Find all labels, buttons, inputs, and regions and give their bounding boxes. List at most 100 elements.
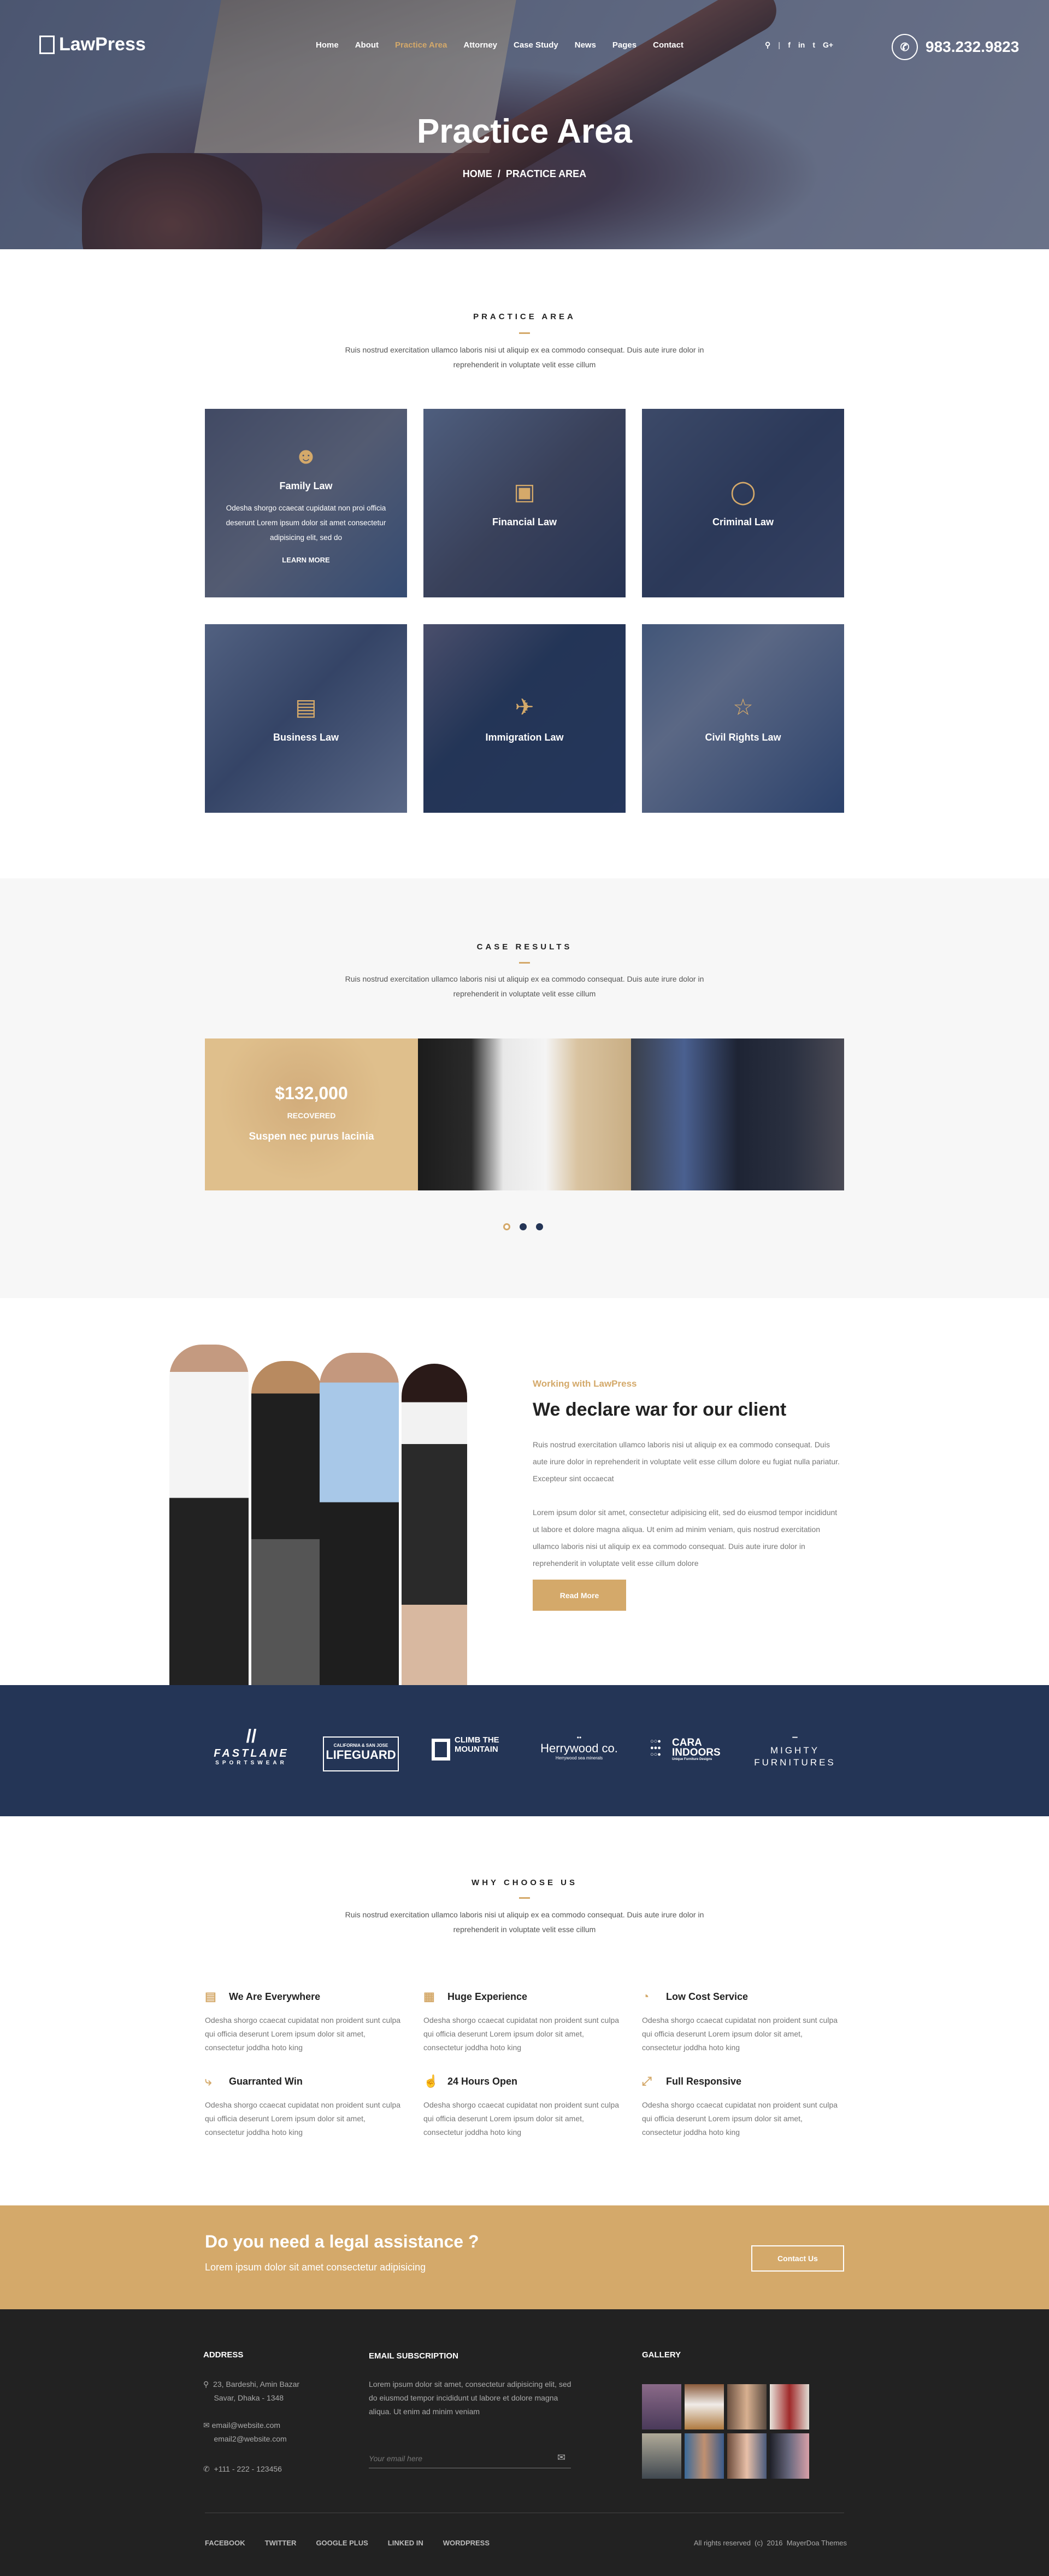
attorneys-team-image	[167, 1323, 489, 1685]
nav-pages[interactable]: Pages	[612, 40, 637, 50]
gallery-thumbnail[interactable]	[727, 2384, 767, 2430]
ghost-icon: ◯	[730, 479, 756, 504]
nav-home[interactable]: Home	[316, 40, 339, 50]
case-recovered: RECOVERED	[287, 1111, 336, 1120]
logo[interactable]: LawPress	[39, 34, 146, 55]
nav-case-study[interactable]: Case Study	[514, 40, 558, 50]
nav-contact[interactable]: Contact	[653, 40, 683, 50]
users-icon: ☻	[293, 443, 319, 468]
slider-dot[interactable]	[520, 1223, 527, 1230]
copyright: All rights reserved (c) 2016 MayerDoa Th…	[693, 2539, 847, 2547]
google-plus-icon[interactable]: G+	[823, 40, 833, 50]
gallery-thumbnail[interactable]	[727, 2433, 767, 2479]
gallery-thumbnail[interactable]	[685, 2384, 724, 2430]
pie-chart-icon: ◔	[642, 1990, 650, 2003]
phone-icon: ✆	[203, 2464, 210, 2473]
case-slide-image[interactable]	[631, 1038, 844, 1190]
practice-card-financial-law[interactable]: ▣ Financial Law	[423, 409, 626, 597]
case-caption: Suspen nec purus lacinia	[249, 1131, 374, 1142]
header-phone[interactable]: ✆ 983.232.9823	[892, 34, 1019, 60]
section-text: Ruis nostrud exercitation ullamco labori…	[345, 345, 704, 369]
cta-banner	[0, 2205, 1049, 2309]
twitter-icon[interactable]: t	[812, 40, 815, 50]
section-title: CASE RESULTS	[476, 942, 573, 952]
about-paragraph: Lorem ipsum dolor sit amet, consectetur …	[533, 1508, 838, 1568]
footer-address: ⚲ 23, Bardeshi, Amin Bazar Savar, Dhaka …	[203, 2380, 300, 2402]
gallery-thumbnail[interactable]	[770, 2384, 809, 2430]
gallery-thumbnail[interactable]	[642, 2433, 681, 2479]
learn-more-link[interactable]: LEARN MORE	[282, 556, 329, 564]
section-text: Ruis nostrud exercitation ullamco labori…	[345, 975, 704, 998]
send-envelope-icon[interactable]: ✉	[557, 2452, 565, 2463]
feature-item: ◔ Low Cost Service Odesha shorgo ccaecat c…	[642, 1990, 838, 2052]
footer-link-linkedin[interactable]: LINKED IN	[388, 2539, 423, 2547]
feature-item: ⤢ Full Responsive Odesha shorgo ccaecat cu…	[642, 2074, 838, 2137]
gallery-thumbnail[interactable]	[685, 2433, 724, 2479]
flow-icon: ⤷	[205, 2074, 212, 2088]
magic-wand-icon: ☆	[733, 694, 753, 720]
gift-icon: ▦	[423, 1990, 435, 2003]
gallery-thumbnail[interactable]	[642, 2384, 681, 2430]
nav-news[interactable]: News	[575, 40, 596, 50]
logo-icon	[39, 35, 55, 54]
section-title: WHY CHOOSE US	[472, 1878, 577, 1887]
client-logo-mighty-furnitures[interactable]: ▔ MIGHTY FURNITURES	[754, 1737, 836, 1769]
divider	[519, 1897, 530, 1899]
footer-link-facebook[interactable]: FACEBOOK	[205, 2539, 245, 2547]
footer-subscription-text: Lorem ipsum dolor sit amet, consectetur …	[369, 2380, 571, 2416]
expand-icon: ⤢	[642, 2074, 652, 2088]
section-text: Ruis nostrud exercitation ullamco labori…	[345, 1910, 704, 1934]
feature-item: ▦ Huge Experience Odesha shorgo ccaecat cu…	[423, 1990, 620, 2052]
read-more-button[interactable]: Read More	[533, 1580, 626, 1611]
feature-item: ▤ We Are Everywhere Odesha shorgo ccaecat …	[205, 1990, 401, 2052]
main-nav: Home About Practice Area Attorney Case S…	[316, 40, 683, 50]
footer-link-twitter[interactable]: TWITTER	[265, 2539, 297, 2547]
cta-title: Do you need a legal assistance ?	[205, 2232, 479, 2251]
breadcrumb-home[interactable]: HOME	[463, 168, 492, 179]
practice-card-criminal-law[interactable]: ◯ Criminal Law	[642, 409, 844, 597]
contact-us-button[interactable]: Contact Us	[751, 2245, 844, 2272]
client-logo-fastlane[interactable]: //FASTLANE SPORTSWEAR	[210, 1726, 292, 1766]
footer-link-google-plus[interactable]: GOOGLE PLUS	[316, 2539, 368, 2547]
nav-practice-area[interactable]: Practice Area	[395, 40, 447, 50]
client-logo-lifeguard[interactable]: CALIFORNIA & SAN JOSE LIFEGUARD	[323, 1736, 399, 1771]
feature-item: ☝ 24 Hours Open Odesha shorgo ccaecat cupi…	[423, 2074, 620, 2137]
footer	[0, 2309, 1049, 2576]
client-logo-cara-indoors[interactable]: ○○● ●●● ○○● CARA INDOORS Unique Furniture De…	[650, 1738, 732, 1761]
footer-social-links: FACEBOOK TWITTER GOOGLE PLUS LINKED IN W…	[205, 2539, 490, 2547]
map-pin-icon: ⚲	[203, 2380, 209, 2389]
search-icon[interactable]: ⚲	[765, 40, 770, 50]
section-title: PRACTICE AREA	[473, 312, 576, 321]
practice-card-business-law[interactable]: ▤ Business Law	[205, 624, 407, 813]
case-slide-image[interactable]	[418, 1038, 631, 1190]
wallet-icon: ▣	[514, 479, 535, 504]
slider-dot-active[interactable]	[503, 1223, 510, 1230]
practice-card-family-law[interactable]: ☻ Family Law Odesha shorgo ccaecat cupid…	[205, 409, 407, 597]
facebook-icon[interactable]: f	[788, 40, 791, 50]
practice-card-civil-rights-law[interactable]: ☆ Civil Rights Law	[642, 624, 844, 813]
breadcrumb: HOME / PRACTICE AREA	[462, 168, 587, 179]
footer-heading: ADDRESS	[203, 2350, 244, 2360]
clients-band	[0, 1685, 1049, 1816]
airplane-icon: ✈	[515, 694, 534, 720]
image-icon: ▤	[205, 1990, 216, 2003]
footer-heading: GALLERY	[642, 2350, 681, 2360]
nav-about[interactable]: About	[355, 40, 379, 50]
client-logo-herrywood[interactable]: •• Herrywood co. Herrywood sea minerals	[535, 1734, 623, 1761]
gallery-thumbnail[interactable]	[770, 2433, 809, 2479]
slider-dot[interactable]	[536, 1223, 543, 1230]
divider	[519, 962, 530, 964]
practice-card-immigration-law[interactable]: ✈ Immigration Law	[423, 624, 626, 813]
about-paragraph: Ruis nostrud exercitation ullamco labori…	[533, 1440, 840, 1483]
breadcrumb-current: PRACTICE AREA	[505, 168, 587, 179]
briefcase-icon: ▤	[295, 694, 317, 720]
client-logo-climb-the-mountain[interactable]: CLIMB THE MOUNTAIN	[432, 1735, 514, 1761]
divider	[519, 332, 530, 334]
case-slide-active[interactable]: $132,000 RECOVERED Suspen nec purus laci…	[205, 1038, 418, 1190]
email-subscription-input[interactable]	[369, 2449, 571, 2468]
header-tools: ⚲ | f in t G+	[765, 40, 834, 50]
footer-link-wordpress[interactable]: WORDPRESS	[443, 2539, 490, 2547]
linkedin-icon[interactable]: in	[798, 40, 805, 50]
nav-attorney[interactable]: Attorney	[463, 40, 497, 50]
footer-phone: ✆ +111 - 222 - 123456	[203, 2464, 282, 2473]
